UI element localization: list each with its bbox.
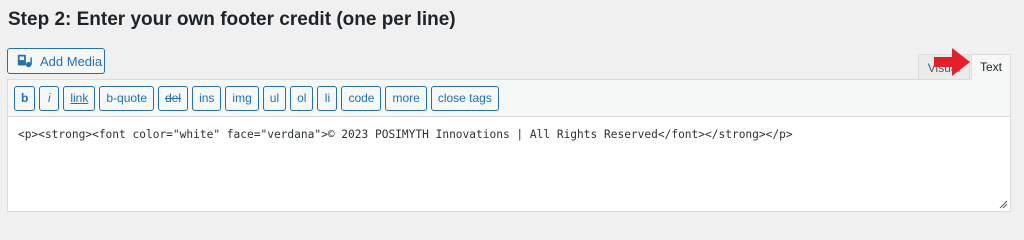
qt-img-button[interactable]: img	[225, 85, 259, 111]
qt-code-button[interactable]: code	[341, 85, 382, 111]
section-heading: Step 2: Enter your own footer credit (on…	[8, 9, 456, 30]
quicktags-toolbar: b i link b-quote del ins img ul ol li co…	[8, 80, 1010, 117]
editor-textarea[interactable]: <p><strong><font color="white" face="ver…	[8, 117, 1010, 152]
qt-li-button[interactable]: li	[317, 85, 338, 111]
qt-blockquote-button[interactable]: b-quote	[99, 85, 155, 111]
resize-handle-icon[interactable]	[999, 200, 1008, 209]
qt-link-button[interactable]: link	[63, 85, 96, 111]
media-icon	[17, 54, 32, 68]
qt-ins-button[interactable]: ins	[192, 85, 222, 111]
editor: b i link b-quote del ins img ul ol li co…	[7, 79, 1011, 212]
tab-text-label: Text	[979, 60, 1002, 74]
qt-close-tags-button[interactable]: close tags	[430, 85, 499, 111]
qt-ul-button[interactable]: ul	[262, 85, 287, 111]
qt-bold-button[interactable]: b	[14, 85, 36, 111]
qt-italic-button[interactable]: i	[39, 85, 60, 111]
add-media-label: Add Media	[40, 53, 103, 69]
add-media-button[interactable]: Add Media	[7, 48, 105, 74]
qt-more-button[interactable]: more	[385, 85, 427, 111]
red-arrow-icon	[934, 48, 970, 76]
tab-text[interactable]: Text	[971, 54, 1011, 80]
qt-del-button[interactable]: del	[158, 85, 189, 111]
qt-ol-button[interactable]: ol	[290, 85, 314, 111]
